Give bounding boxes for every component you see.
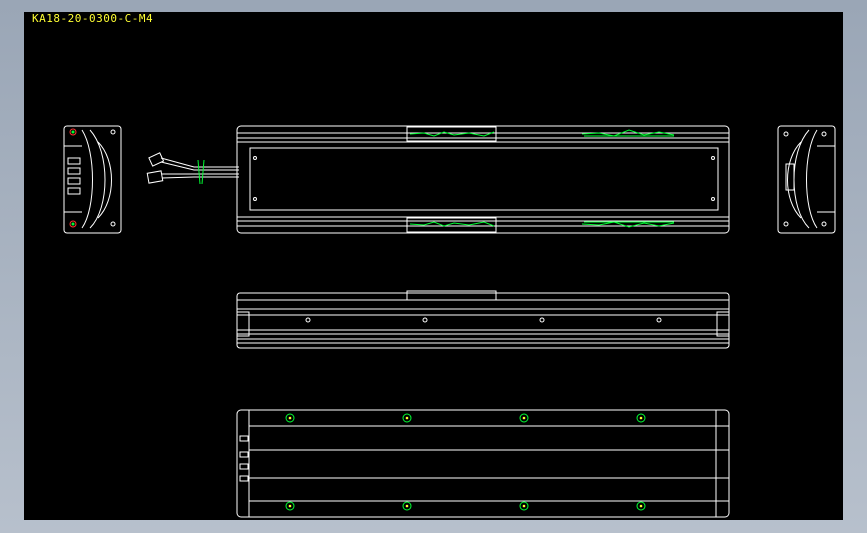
right-end-view xyxy=(777,125,836,234)
side-view xyxy=(236,290,730,349)
cad-drawing xyxy=(63,125,836,518)
cable-connector xyxy=(146,152,239,185)
cad-viewport[interactable]: KA18-20-0300-C-M4 xyxy=(24,12,843,520)
top-view xyxy=(236,125,730,234)
bottom-view xyxy=(236,409,730,518)
left-end-view xyxy=(63,125,122,234)
mount-hole-markers xyxy=(285,413,646,511)
